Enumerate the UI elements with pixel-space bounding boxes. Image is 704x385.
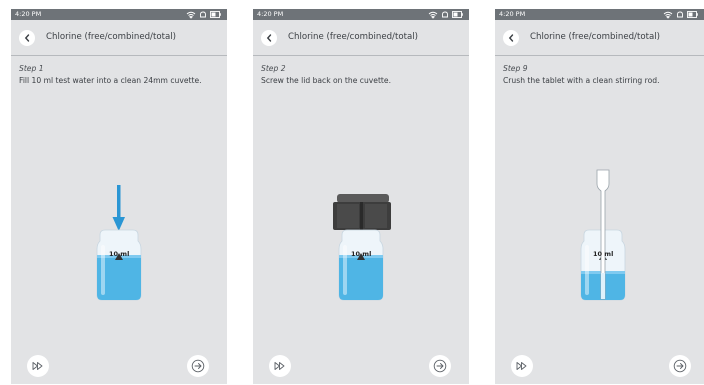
- step-label: Step 1: [19, 64, 44, 73]
- skip-button[interactable]: [511, 355, 533, 377]
- step-label: Step 9: [503, 64, 528, 73]
- fast-forward-icon: [32, 362, 43, 370]
- wifi-icon: [186, 11, 196, 19]
- cuvette-volume-label: 10 ml: [109, 250, 130, 258]
- battery-icon: [687, 11, 698, 18]
- status-bar: 4:20 PM: [11, 9, 227, 20]
- chevron-left-icon: [266, 34, 271, 42]
- screen-step-9: 4:20 PM Chlorine (free/combined/total) S…: [495, 9, 704, 384]
- battery-icon: [452, 11, 463, 18]
- next-button[interactable]: [187, 355, 209, 377]
- status-bar: 4:20 PM: [495, 9, 704, 20]
- fast-forward-icon: [274, 362, 285, 370]
- step-instruction: Screw the lid back on the cuvette.: [261, 76, 391, 85]
- next-button[interactable]: [669, 355, 691, 377]
- chevron-left-icon: [24, 34, 29, 42]
- battery-icon: [210, 11, 221, 18]
- screen-step-1: 4:20 PM Chlorine (free/combined/total) S…: [11, 9, 227, 384]
- page-title: Chlorine (free/combined/total): [46, 32, 176, 42]
- next-button[interactable]: [429, 355, 451, 377]
- arrow-right-circle-icon: [191, 359, 205, 373]
- alarm-icon: [442, 11, 448, 17]
- header: Chlorine (free/combined/total): [253, 20, 469, 56]
- step-label: Step 2: [261, 64, 286, 73]
- cuvette: [338, 229, 384, 301]
- header: Chlorine (free/combined/total): [495, 20, 704, 56]
- illustration-fill-cuvette: 10 ml: [11, 149, 227, 309]
- skip-button[interactable]: [27, 355, 49, 377]
- fast-forward-icon: [516, 362, 527, 370]
- status-time: 4:20 PM: [257, 10, 284, 18]
- wifi-icon: [428, 11, 438, 19]
- illustration-stirring-rod: 10 ml: [495, 149, 704, 309]
- cuvette-volume-label: 10 ml: [351, 250, 372, 258]
- header: Chlorine (free/combined/total): [11, 20, 227, 56]
- step-instruction: Crush the tablet with a clean stirring r…: [503, 76, 660, 85]
- arrow-right-circle-icon: [433, 359, 447, 373]
- illustration-screw-lid: 10 ml: [253, 149, 469, 309]
- alarm-icon: [200, 11, 206, 17]
- cuvette: [96, 229, 142, 301]
- screen-step-2: 4:20 PM Chlorine (free/combined/total) S…: [253, 9, 469, 384]
- cuvette-lid: [333, 194, 391, 230]
- step-instruction: Fill 10 ml test water into a clean 24mm …: [19, 76, 202, 85]
- back-button[interactable]: [503, 30, 519, 46]
- status-time: 4:20 PM: [499, 10, 526, 18]
- status-bar: 4:20 PM: [253, 9, 469, 20]
- status-time: 4:20 PM: [15, 10, 42, 18]
- alarm-icon: [677, 11, 683, 17]
- page-title: Chlorine (free/combined/total): [288, 32, 418, 42]
- down-arrow-icon: [112, 185, 125, 231]
- back-button[interactable]: [19, 30, 35, 46]
- wifi-icon: [663, 11, 673, 19]
- chevron-left-icon: [508, 34, 513, 42]
- page-title: Chlorine (free/combined/total): [530, 32, 660, 42]
- cuvette-volume-label: 10 ml: [593, 250, 614, 258]
- back-button[interactable]: [261, 30, 277, 46]
- skip-button[interactable]: [269, 355, 291, 377]
- arrow-right-circle-icon: [673, 359, 687, 373]
